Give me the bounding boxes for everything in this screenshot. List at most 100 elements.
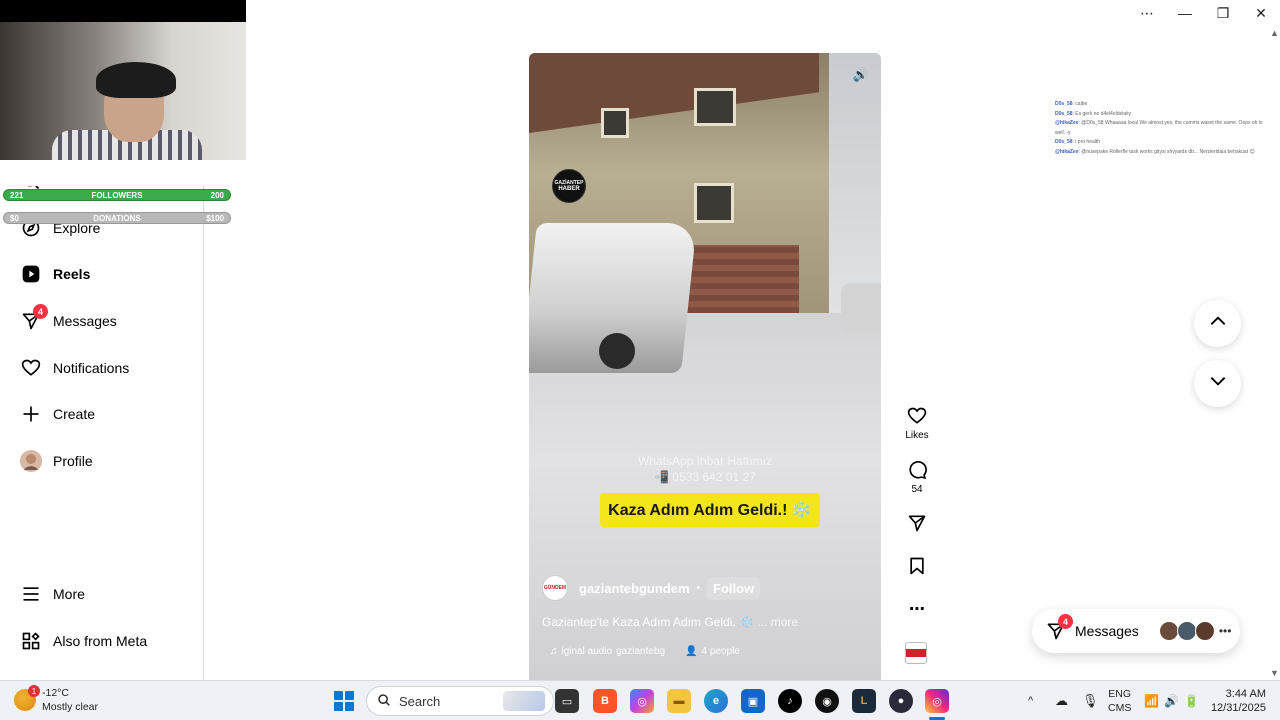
share-icon [906, 512, 928, 534]
sidebar-item-profile[interactable]: Profile [20, 447, 93, 475]
plus-icon [20, 403, 42, 425]
chat-message: @hikaZee: @nusepake Rollerfle task works… [1055, 148, 1255, 155]
chat-message: D0s_58: caibe [1055, 101, 1088, 107]
sound-icon[interactable]: 🔊 [851, 65, 871, 85]
stream-chat-overlay: D0s_58: caibe D0s_58: Es gerk ne d4el4el… [1055, 100, 1275, 158]
sidebar-item-also-from-meta[interactable]: Also from Meta [20, 627, 147, 655]
audio-info[interactable]: ♫ iginal audio gaziantebg 👤 4 people [550, 646, 872, 657]
microphone-icon[interactable]: 🎙 [1082, 681, 1099, 720]
donations-label: DONATIONS [93, 213, 141, 223]
previous-reel-button[interactable] [1194, 300, 1241, 347]
sidebar-item-more[interactable]: More [20, 580, 85, 608]
copilot-icon[interactable]: ◎ [630, 689, 654, 713]
chevron-up-icon [1208, 311, 1228, 336]
weather-badge: 1 [28, 685, 40, 697]
followers-label: FOLLOWERS [91, 190, 143, 200]
sidebar-item-label: Create [53, 406, 96, 422]
menu-icon [20, 583, 42, 605]
network-app-icon[interactable]: ☁ [1055, 681, 1068, 720]
volume-icon[interactable]: 🔊 [1164, 681, 1179, 720]
video-watermark: WhatsApp İhbar Hattımız 📲 0533 642 01 27 [637, 454, 773, 484]
recording-app-icon[interactable]: ● [889, 689, 913, 713]
follow-button[interactable]: Follow [707, 576, 761, 600]
ellipsis-icon: ••• [1218, 624, 1232, 638]
sidebar-item-label: Also from Meta [53, 633, 148, 649]
instagram-icon[interactable]: ◎ [925, 689, 949, 713]
author-avatar[interactable]: GÜNDEM [542, 575, 568, 601]
obs-icon[interactable]: ◉ [815, 689, 839, 713]
more-options-icon[interactable]: ⋯ [1128, 0, 1166, 26]
comment-icon [906, 459, 928, 481]
wifi-icon[interactable]: 📶 [1144, 681, 1159, 720]
sidebar-item-label: Messages [53, 313, 117, 329]
heart-icon [20, 357, 42, 379]
sidebar-item-create[interactable]: Create [20, 400, 95, 428]
weather-description: Mostly clear [42, 701, 99, 713]
date: 12/31/2025 [1210, 702, 1266, 714]
taskbar: 1 -12°C Mostly clear Search ▭ B ◎ ▬ e ▣ … [0, 680, 1280, 720]
show-hidden-icons[interactable]: ^ [1028, 681, 1033, 720]
language-indicator[interactable]: ENG CMS [1108, 687, 1131, 715]
heart-icon [906, 405, 928, 427]
weather-icon: 1 [14, 685, 40, 711]
search-highlight-image [503, 691, 545, 711]
sidebar-item-label: More [53, 586, 85, 602]
file-explorer-icon[interactable]: ▬ [667, 689, 691, 713]
reel-video[interactable]: GAZİANTEP HABER 🔊 WhatsApp İhbar Hattımı… [529, 53, 881, 680]
league-client-icon[interactable]: L [852, 689, 876, 713]
save-button[interactable] [903, 555, 931, 577]
store-icon[interactable]: ▣ [741, 689, 765, 713]
messages-pill[interactable]: 4 Messages ••• [1032, 609, 1240, 653]
taskbar-search[interactable]: Search [366, 686, 554, 716]
maximize-button[interactable]: ❐ [1204, 0, 1242, 26]
notification-badge: 4 [1058, 614, 1073, 629]
notification-badge: 4 [33, 304, 48, 319]
sidebar-item-notifications[interactable]: Notifications [20, 354, 129, 382]
likes-label: Likes [905, 430, 929, 441]
minimize-button[interactable]: — [1166, 0, 1204, 26]
brave-browser-icon[interactable]: B [593, 689, 617, 713]
start-button[interactable] [334, 691, 354, 711]
edge-browser-icon[interactable]: e [704, 689, 728, 713]
reels-icon [20, 263, 42, 285]
sidebar-item-label: Reels [53, 266, 91, 282]
webcam-overlay [0, 0, 246, 186]
person-icon: 👤 [685, 646, 698, 657]
battery-icon[interactable]: 🔋 [1184, 681, 1199, 720]
search-label: Search [399, 693, 441, 709]
webcam-feed [0, 22, 246, 170]
ellipsis-icon: ⋯ [909, 601, 925, 618]
clock[interactable]: 3:44 AM 12/31/2025 [1211, 687, 1266, 715]
temperature: -12°C [42, 687, 69, 699]
sidebar-item-messages[interactable]: 4 Messages [20, 304, 117, 335]
comments-count: 54 [911, 484, 923, 495]
time: 3:44 AM [1225, 688, 1266, 700]
scroll-up-arrow-icon[interactable]: ▲ [1270, 28, 1279, 38]
weather-widget[interactable]: 1 -12°C Mostly clear [14, 685, 99, 714]
more-options-button[interactable]: ⋯ [903, 598, 931, 620]
comment-button[interactable]: 54 [903, 459, 931, 495]
messenger-icon: 4 [1045, 614, 1073, 642]
scroll-down-arrow-icon[interactable]: ▼ [1270, 668, 1279, 678]
task-view-icon[interactable]: ▭ [555, 689, 579, 713]
messages-label: Messages [1075, 623, 1139, 639]
followers-goal-bar: 221 FOLLOWERS 200 [3, 189, 231, 201]
bookmark-icon [906, 555, 928, 577]
reel-footer: GÜNDEM gaziantebgundem • Follow Gaziante… [542, 575, 872, 657]
audio-thumbnail[interactable] [905, 642, 927, 664]
sidebar-item-reels[interactable]: Reels [20, 260, 90, 288]
reel-description: Gaziantep'te Kaza Adım Adım Geldi. ❄️ ..… [542, 615, 799, 629]
messenger-icon: 4 [20, 304, 48, 332]
share-button[interactable] [903, 512, 931, 534]
chat-message: D0s_58: i pro health [1055, 139, 1101, 146]
window-controls: ⋯ — ❐ ✕ [1128, 0, 1280, 26]
author-name[interactable]: gaziantebgundem [579, 581, 690, 596]
grid-icon [20, 630, 42, 652]
like-button[interactable]: Likes [903, 405, 931, 441]
avatar [1176, 621, 1197, 641]
close-button[interactable]: ✕ [1242, 0, 1280, 26]
tiktok-icon[interactable]: ♪ [778, 689, 802, 713]
next-reel-button[interactable] [1194, 360, 1241, 407]
more-link[interactable]: ... more [757, 615, 798, 629]
channel-logo: GAZİANTEP HABER [552, 169, 586, 203]
